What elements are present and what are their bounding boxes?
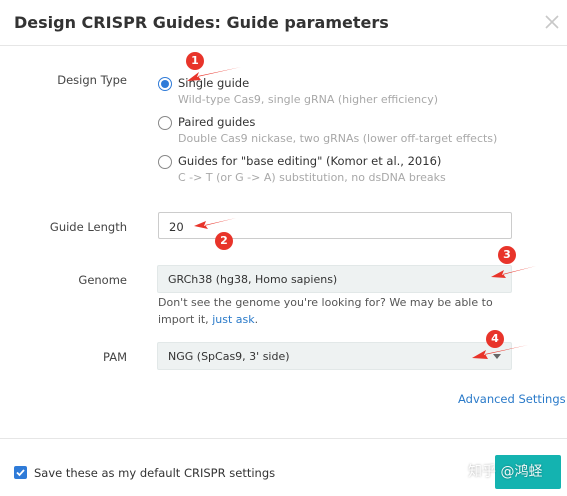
radio-label: Guides for "base editing" (Komor et al.,… (178, 154, 442, 168)
help-text: Don't see the genome you're looking for?… (158, 296, 493, 326)
guide-length-label: Guide Length (49, 220, 127, 234)
annotation-badge-2: 2 (215, 232, 233, 250)
pam-select[interactable]: NGG (SpCas9, 3' side) (157, 342, 512, 370)
annotation-badge-4: 4 (486, 330, 504, 348)
default-settings-checkbox[interactable] (14, 466, 27, 479)
checkmark-icon (16, 469, 25, 477)
radio-description: Wild-type Cas9, single gRNA (higher effi… (178, 93, 439, 106)
genome-select[interactable]: GRCh38 (hg38, Homo sapiens) (157, 265, 512, 293)
genome-label: Genome (78, 273, 127, 287)
radio-button[interactable] (158, 116, 172, 130)
design-type-label: Design Type (57, 73, 127, 87)
annotation-arrow-3 (491, 266, 536, 278)
genome-help-text: Don't see the genome you're looking for?… (158, 294, 498, 328)
radio-description: C -> T (or G -> A) substitution, no dsDN… (178, 171, 446, 184)
help-end: . (254, 313, 259, 326)
advanced-settings-link[interactable]: Advanced Settings (458, 392, 566, 406)
guide-length-value: 20 (169, 220, 184, 234)
radio-button[interactable] (158, 155, 172, 169)
just-ask-link[interactable]: just ask (212, 313, 254, 326)
genome-value: GRCh38 (hg38, Homo sapiens) (168, 273, 338, 286)
annotation-arrow-2 (194, 218, 236, 229)
dialog-title: Design CRISPR Guides: Guide parameters (14, 13, 389, 32)
close-icon[interactable] (543, 13, 561, 31)
dialog-header: Design CRISPR Guides: Guide parameters (0, 0, 567, 46)
annotation-badge-1: 1 (186, 52, 204, 70)
watermark: 知乎 @鸿蛏 (468, 464, 543, 480)
default-settings-label: Save these as my default CRISPR settings (34, 466, 276, 480)
pam-value: NGG (SpCas9, 3' side) (168, 350, 290, 363)
radio-description: Double Cas9 nickase, two gRNAs (lower of… (178, 132, 498, 145)
pam-label: PAM (103, 350, 127, 364)
annotation-badge-3: 3 (498, 246, 516, 264)
radio-button[interactable] (158, 77, 172, 91)
crispr-dialog: Design CRISPR Guides: Guide parameters D… (0, 0, 567, 496)
radio-label: Paired guides (178, 115, 256, 129)
